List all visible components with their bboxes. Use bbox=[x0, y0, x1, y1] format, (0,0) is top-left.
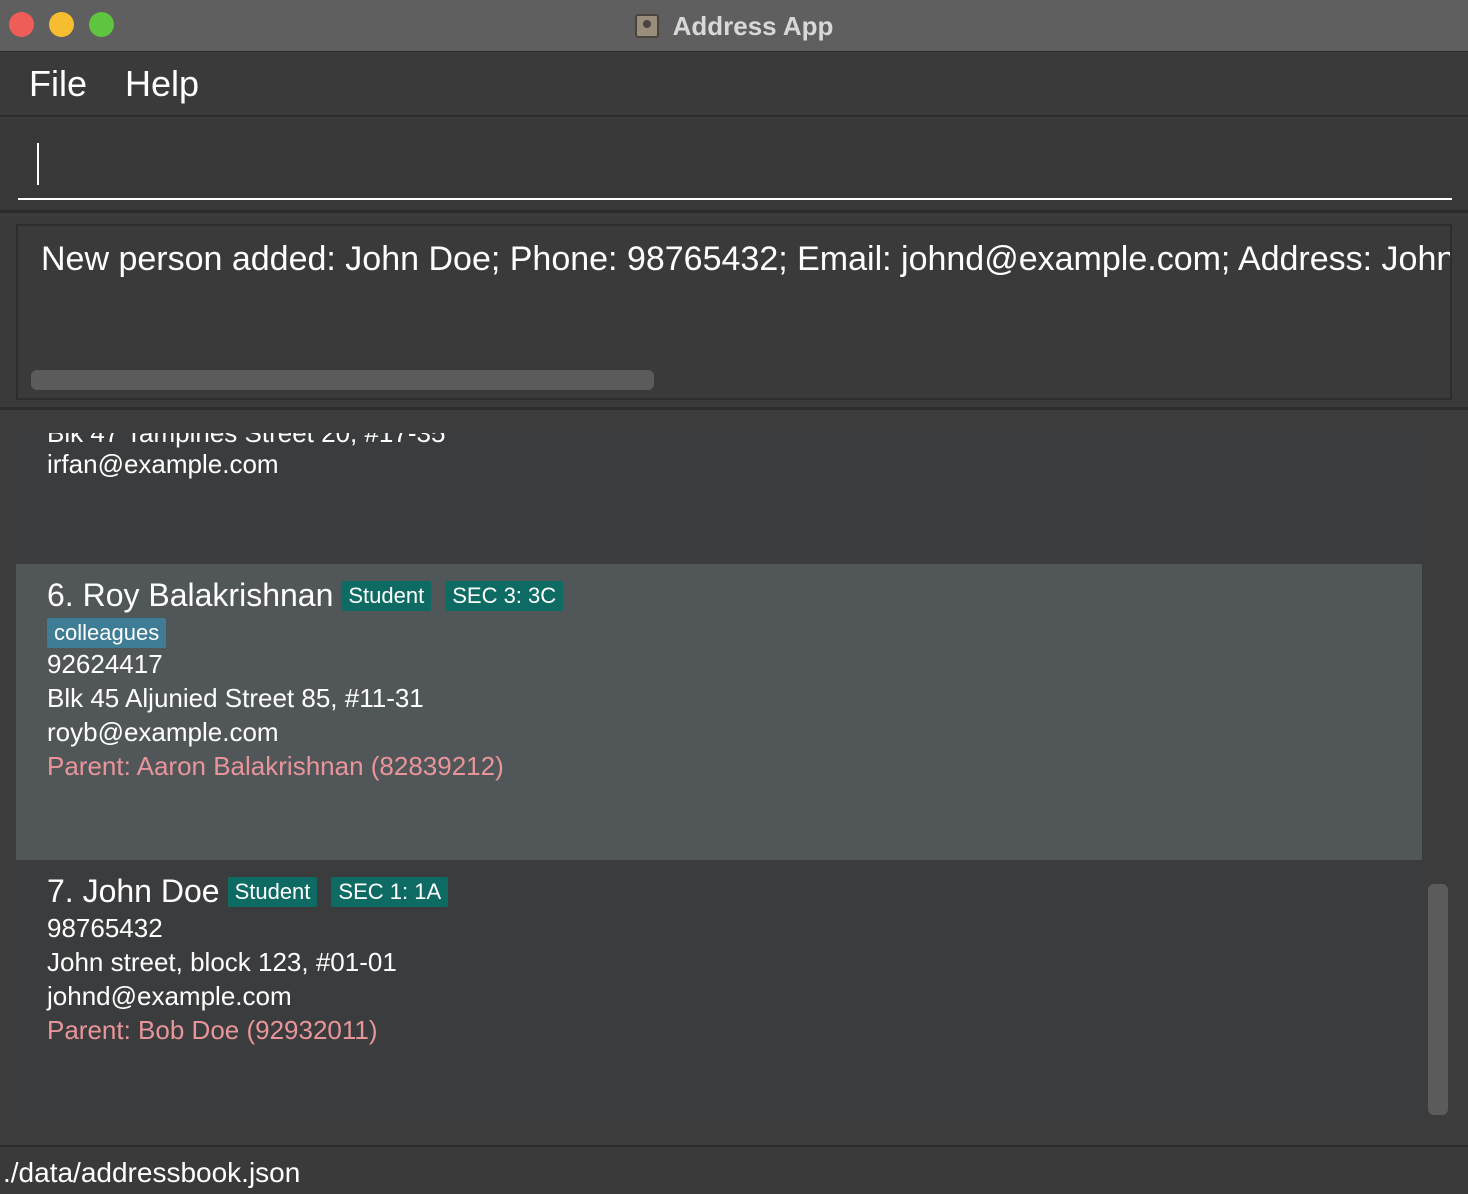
class-tag: SEC 3: 3C bbox=[445, 580, 564, 611]
save-file-path: ./data/addressbook.json bbox=[3, 1157, 301, 1188]
menu-file[interactable]: File bbox=[29, 63, 87, 105]
person-parent: Parent: Bob Doe (92932011) bbox=[47, 1015, 378, 1045]
person-name: 7. John Doe bbox=[47, 873, 220, 909]
group-tag-row: colleagues bbox=[47, 616, 167, 648]
group-tag: colleagues bbox=[47, 618, 167, 648]
command-box bbox=[0, 119, 1468, 213]
list-vertical-scrollbar[interactable] bbox=[1428, 884, 1448, 1115]
person-email: royb@example.com bbox=[47, 717, 279, 747]
person-card[interactable]: 7. John Doe Student SEC 1: 1A 98765432 J… bbox=[16, 860, 1422, 1124]
status-bar: ./data/addressbook.json bbox=[0, 1145, 1468, 1194]
window-title: Address App bbox=[672, 10, 834, 41]
title-bar: Address App bbox=[0, 0, 1468, 52]
person-email: irfan@example.com bbox=[47, 449, 279, 479]
role-tag: Student bbox=[341, 580, 432, 611]
person-address: John street, block 123, #01-01 bbox=[47, 947, 397, 977]
address-app-window: Address App File Help New person added: … bbox=[0, 0, 1468, 1194]
person-list-panel: Blk 47 Tampines Street 20, #17-35 irfan@… bbox=[0, 413, 1468, 1145]
result-horizontal-scrollbar[interactable] bbox=[31, 370, 654, 390]
person-name: 6. Roy Balakrishnan bbox=[47, 577, 334, 613]
result-display-area: New person added: John Doe; Phone: 98765… bbox=[0, 216, 1468, 410]
person-parent: Parent: Aaron Balakrishnan (82839212) bbox=[47, 751, 504, 781]
person-list[interactable]: Blk 47 Tampines Street 20, #17-35 irfan@… bbox=[16, 433, 1422, 1124]
menu-help[interactable]: Help bbox=[125, 63, 199, 105]
person-phone: 92624417 bbox=[47, 649, 163, 679]
class-tag: SEC 1: 1A bbox=[331, 876, 449, 907]
command-input[interactable] bbox=[18, 133, 1452, 200]
person-address: Blk 45 Aljunied Street 85, #11-31 bbox=[47, 683, 424, 713]
result-message: New person added: John Doe; Phone: 98765… bbox=[41, 240, 1452, 278]
person-card-selected[interactable]: 6. Roy Balakrishnan Student SEC 3: 3C co… bbox=[16, 564, 1422, 860]
person-email: johnd@example.com bbox=[47, 981, 292, 1011]
person-card[interactable]: Blk 47 Tampines Street 20, #17-35 irfan@… bbox=[16, 433, 1422, 564]
person-name-row: 6. Roy Balakrishnan Student SEC 3: 3C bbox=[47, 577, 564, 614]
role-tag: Student bbox=[227, 876, 318, 907]
person-phone: 98765432 bbox=[47, 913, 163, 943]
person-name-row: 7. John Doe Student SEC 1: 1A bbox=[47, 873, 449, 910]
result-display[interactable]: New person added: John Doe; Phone: 98765… bbox=[16, 224, 1452, 400]
title-group: Address App bbox=[0, 0, 1468, 52]
menu-bar: File Help bbox=[0, 53, 1468, 117]
address-book-icon bbox=[634, 14, 659, 38]
person-address: Blk 47 Tampines Street 20, #17-35 bbox=[47, 433, 446, 448]
text-caret bbox=[37, 143, 39, 185]
